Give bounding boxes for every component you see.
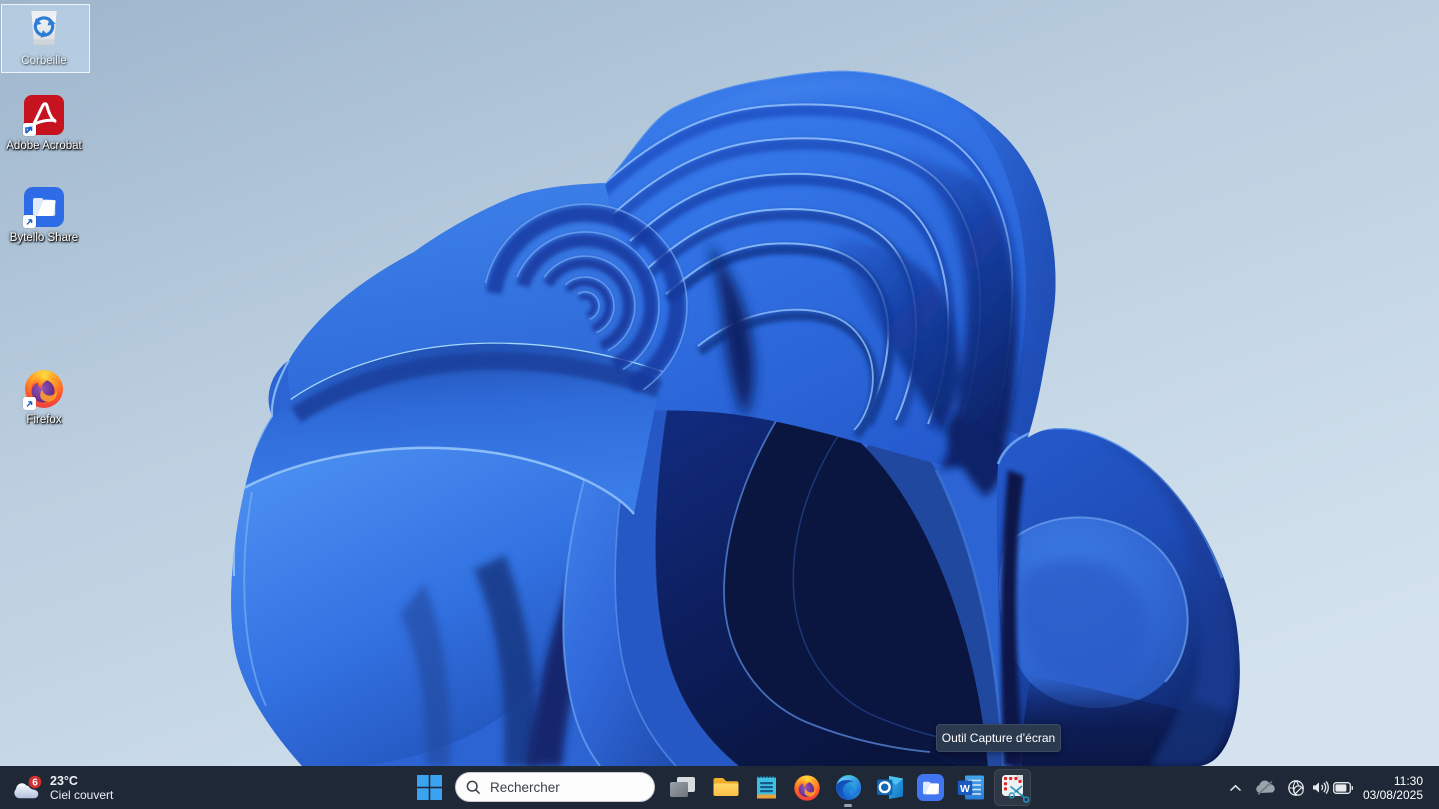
svg-text:6: 6: [32, 777, 38, 788]
svg-text:W: W: [960, 783, 970, 795]
